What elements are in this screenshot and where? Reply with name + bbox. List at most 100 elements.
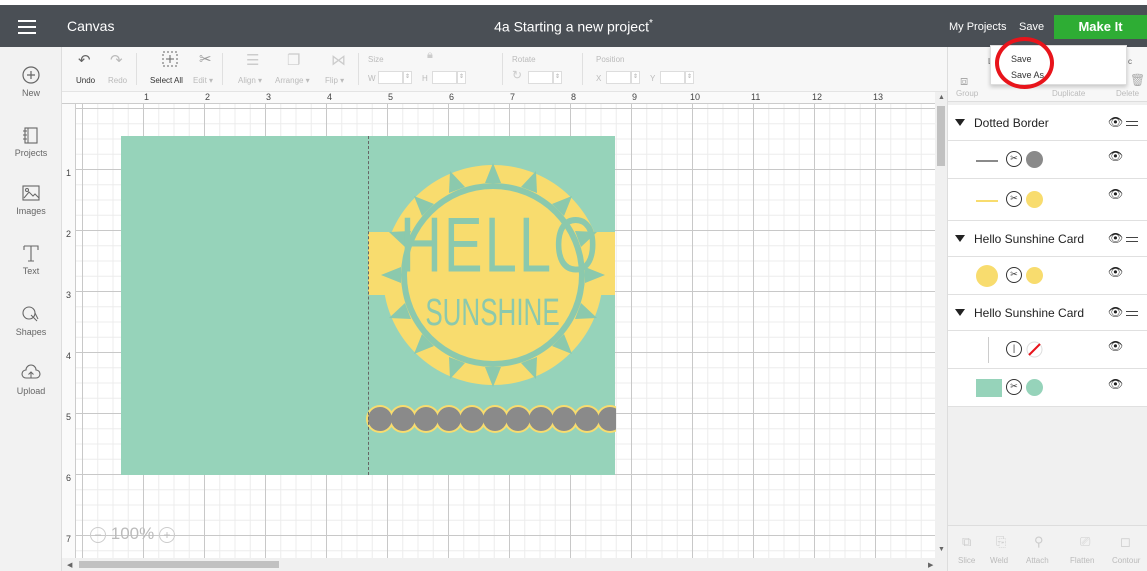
my-projects-link[interactable]: My Projects [949,21,1006,33]
color-swatch[interactable] [1026,191,1043,208]
delete-icon[interactable]: 🗑︎ [1130,73,1145,87]
zoom-in-button[interactable]: + [158,526,175,543]
edit-icon[interactable]: ✂ [199,50,212,68]
group-icon[interactable]: ⧈ [960,73,968,89]
select-all-button[interactable]: Select All [150,76,183,85]
no-fill-icon[interactable] [1026,341,1043,358]
dotted-border[interactable] [366,402,616,436]
sidebar-item-projects[interactable]: Projects [0,125,62,158]
arrange-icon[interactable]: ❐ [287,51,300,69]
height-input[interactable] [432,71,457,84]
color-sync-tab-label[interactable]: c [1128,57,1132,66]
height-stepper[interactable]: ⇕ [457,71,466,84]
layer-item[interactable]: ✂ 👁︎ [948,369,1147,407]
delete-button[interactable]: Delete [1116,89,1139,98]
collapse-caret-icon[interactable] [955,119,965,126]
x-input[interactable] [606,71,631,84]
undo-button[interactable]: Undo [76,76,95,85]
visibility-eye-icon[interactable]: 👁︎ [1108,149,1123,163]
undo-icon[interactable]: ↶ [78,51,91,69]
zoom-out-button[interactable]: − [90,526,106,543]
y-input[interactable] [660,71,685,84]
select-all-icon[interactable] [162,51,178,67]
toolbar-divider [358,53,359,85]
make-it-button[interactable]: Make It [1054,15,1147,39]
layers-panel: L c ⧈ 🗑︎ Group Duplicate Delete Dotted B… [947,47,1147,571]
cut-operation-icon[interactable]: ✂ [1006,151,1022,167]
hamburger-menu-icon[interactable] [18,20,36,34]
visibility-eye-icon[interactable]: 👁︎ [1108,305,1123,319]
visibility-eye-icon[interactable]: 👁︎ [1108,339,1123,353]
redo-button[interactable]: Redo [108,76,127,85]
width-stepper[interactable]: ⇕ [403,71,412,84]
attach-button[interactable]: Attach [1026,556,1049,565]
score-operation-icon[interactable]: | [1006,341,1022,357]
horizontal-scroll-thumb[interactable] [79,561,279,568]
sunshine-text[interactable]: SUNSHINE [400,290,585,335]
left-sidebar: New Projects Images Text Shapes Upload [0,47,62,571]
visibility-eye-icon[interactable]: 👁︎ [1108,115,1123,129]
layer-item[interactable]: ✂ 👁︎ [948,257,1147,295]
layer-group-dotted-border[interactable]: Dotted Border 👁︎ [948,105,1147,141]
scroll-right-icon[interactable]: ▶ [928,561,933,569]
score-line[interactable] [368,136,369,475]
visibility-eye-icon[interactable]: 👁︎ [1108,265,1123,279]
redo-icon[interactable]: ↷ [110,51,123,69]
vertical-scrollbar[interactable]: ▲ ▼ [935,92,947,558]
weld-icon[interactable]: ⎘ [996,534,1006,550]
weld-button[interactable]: Weld [990,556,1008,565]
drag-handle-icon[interactable] [1126,121,1138,126]
sidebar-item-images[interactable]: Images [0,183,62,216]
drag-handle-icon[interactable] [1126,311,1138,316]
flatten-icon[interactable]: ⎚ [1080,534,1090,550]
duplicate-button[interactable]: Duplicate [1052,89,1085,98]
scroll-down-icon[interactable]: ▼ [938,546,945,553]
flatten-button[interactable]: Flatten [1070,556,1094,565]
collapse-caret-icon[interactable] [955,309,965,316]
color-swatch[interactable] [1026,151,1043,168]
sidebar-item-upload[interactable]: Upload [0,363,62,396]
horizontal-scrollbar[interactable]: ◀ ▶ [62,558,947,571]
slice-icon[interactable]: ⧉ [962,534,971,550]
scroll-left-icon[interactable]: ◀ [67,561,72,569]
align-icon[interactable]: ☰ [246,51,259,69]
layer-item[interactable]: ✂ 👁︎ [948,179,1147,221]
width-input[interactable] [378,71,403,84]
visibility-eye-icon[interactable]: 👁︎ [1108,187,1123,201]
color-swatch[interactable] [1026,379,1043,396]
rotate-stepper[interactable]: ⇕ [553,71,562,84]
group-button[interactable]: Group [956,89,978,98]
sidebar-item-text[interactable]: Text [0,243,62,276]
layer-group-hello-sunshine-card[interactable]: Hello Sunshine Card 👁︎ [948,295,1147,331]
arrange-menu[interactable]: Arrange ▾ [275,76,310,85]
flip-icon[interactable]: ⋈ [331,51,346,69]
attach-icon[interactable]: ⚲ [1034,534,1044,550]
slice-button[interactable]: Slice [958,556,975,565]
cut-operation-icon[interactable]: ✂ [1006,267,1022,283]
layer-group-hello-sunshine-card[interactable]: Hello Sunshine Card 👁︎ [948,221,1147,257]
y-stepper[interactable]: ⇕ [685,71,694,84]
cut-operation-icon[interactable]: ✂ [1006,379,1022,395]
align-menu[interactable]: Align ▾ [238,76,262,85]
scroll-up-icon[interactable]: ▲ [938,94,945,101]
sidebar-item-new[interactable]: New [0,65,62,98]
sidebar-item-shapes[interactable]: Shapes [0,304,62,337]
color-swatch[interactable] [1026,267,1043,284]
drag-handle-icon[interactable] [1126,237,1138,242]
visibility-eye-icon[interactable]: 👁︎ [1108,377,1123,391]
rotate-input[interactable] [528,71,553,84]
contour-button[interactable]: Contour [1112,556,1140,565]
edit-menu[interactable]: Edit ▾ [193,76,213,85]
vertical-scroll-thumb[interactable] [937,106,945,166]
visibility-eye-icon[interactable]: 👁︎ [1108,231,1123,245]
save-link[interactable]: Save [1019,21,1044,33]
layer-item[interactable]: ✂ 👁︎ [948,141,1147,179]
x-stepper[interactable]: ⇕ [631,71,640,84]
contour-icon[interactable]: ◻ [1120,534,1131,550]
hello-text[interactable]: HELLO [400,200,598,290]
collapse-caret-icon[interactable] [955,235,965,242]
cut-operation-icon[interactable]: ✂ [1006,191,1022,207]
lock-icon[interactable]: 🔒︎ [427,49,433,62]
layer-item[interactable]: | 👁︎ [948,331,1147,369]
flip-menu[interactable]: Flip ▾ [325,76,344,85]
